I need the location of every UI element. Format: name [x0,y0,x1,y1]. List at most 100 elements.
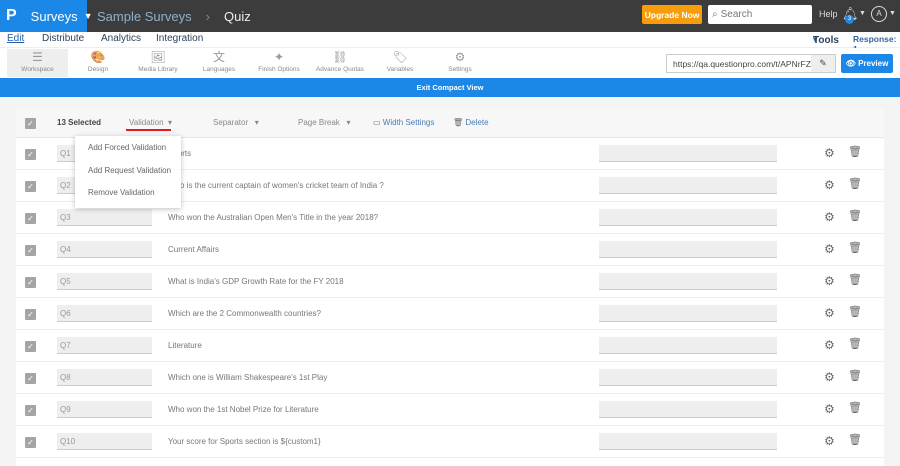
trash-icon[interactable]: 🗑︎ [848,369,862,382]
question-id-field[interactable]: Q4 [57,241,152,258]
gear-icon[interactable]: ⚙ [824,178,835,192]
question-checkbox[interactable]: ✓ [25,373,36,384]
answer-field[interactable] [599,337,777,354]
select-all-checkbox[interactable]: ✓ [25,118,36,129]
chain-icon: ⛓ [332,50,348,64]
help-link[interactable]: Help [819,9,838,19]
toolbar-variables[interactable]: 🏷 Variables [380,49,420,77]
gear-icon[interactable]: ⚙ [824,338,835,352]
toolbar-languages[interactable]: 文 Languages [197,49,241,77]
tab-integration[interactable]: Integration [156,33,203,44]
toolbar-label: Workspace [21,66,54,73]
trash-icon[interactable]: 🗑︎ [848,209,862,222]
surveys-menu[interactable]: P Surveys ▼ [0,0,93,32]
question-text[interactable]: Who is the current captain of women's cr… [168,181,384,190]
trash-icon[interactable]: 🗑︎ [848,145,862,158]
toolbar-workspace[interactable]: ☰ Workspace [7,49,68,77]
gear-icon[interactable]: ⚙ [824,242,835,256]
answer-field[interactable] [599,433,777,450]
gear-icon[interactable]: ⚙ [824,402,835,416]
question-row: ✓ Q10 Your score for Sports section is $… [16,426,884,458]
question-checkbox[interactable]: ✓ [25,213,36,224]
menu-add-forced-validation[interactable]: Add Forced Validation [88,143,166,152]
upgrade-button[interactable]: Upgrade Now [642,5,702,24]
answer-field[interactable] [599,177,777,194]
question-id-field[interactable]: Q8 [57,369,152,386]
question-id-field[interactable]: Q3 [57,209,152,226]
width-settings-button[interactable]: ▭ Width Settings [373,118,434,127]
question-text[interactable]: Which one is William Shakespeare's 1st P… [168,373,327,382]
avatar[interactable]: A [871,6,887,22]
validation-dropdown[interactable]: Validation ▾ [129,118,172,127]
tab-analytics[interactable]: Analytics [101,33,141,44]
answer-field[interactable] [599,145,777,162]
question-id-field[interactable]: Q10 [57,433,152,450]
question-checkbox[interactable]: ✓ [25,149,36,160]
gear-icon[interactable]: ⚙ [824,146,835,160]
gear-icon[interactable]: ⚙ [824,434,835,448]
gear-icon[interactable]: ⚙ [824,274,835,288]
question-id-field[interactable]: Q7 [57,337,152,354]
preview-button[interactable]: 👁︎ Preview [841,54,893,73]
question-id-field[interactable]: Q9 [57,401,152,418]
tab-distribute[interactable]: Distribute [42,33,84,44]
ruler-icon: ▭ [373,118,381,127]
width-settings-label: Width Settings [382,118,435,127]
gear-icon[interactable]: ⚙ [824,306,835,320]
trash-icon[interactable]: 🗑︎ [848,337,862,350]
menu-add-request-validation[interactable]: Add Request Validation [88,166,171,175]
question-checkbox[interactable]: ✓ [25,405,36,416]
separator-dropdown[interactable]: Separator ▾ [213,118,259,127]
toolbar-advance-quotas[interactable]: ⛓ Advance Quotas [313,49,367,77]
trash-icon[interactable]: 🗑︎ [848,305,862,318]
chevron-right-icon: › [205,9,210,24]
answer-field[interactable] [599,305,777,322]
pencil-icon[interactable]: ✎ [811,55,835,72]
page-break-dropdown[interactable]: Page Break ▾ [298,118,351,127]
gear-icon[interactable]: ⚙ [824,210,835,224]
question-text[interactable]: Current Affairs [168,245,219,254]
question-id-field[interactable]: Q6 [57,305,152,322]
question-checkbox[interactable]: ✓ [25,309,36,320]
question-checkbox[interactable]: ✓ [25,341,36,352]
question-text[interactable]: Your score for Sports section is ${custo… [168,437,321,446]
answer-field[interactable] [599,273,777,290]
toolbar-finish-options[interactable]: ✦ Finish Options [254,49,304,77]
search-input[interactable]: ⌕ Search [708,5,812,24]
trash-icon[interactable]: 🗑︎ [848,433,862,446]
question-text[interactable]: Which are the 2 Commonwealth countries? [168,309,321,318]
trash-icon[interactable]: 🗑︎ [848,241,862,254]
exit-compact-view-button[interactable]: Exit Compact View [0,78,900,97]
answer-field[interactable] [599,209,777,226]
question-text[interactable]: Who won the 1st Nobel Prize for Literatu… [168,405,319,414]
toolbar-settings[interactable]: ⚙ Settings [442,49,478,77]
chevron-down-icon[interactable]: ▼ [859,10,866,17]
tab-edit[interactable]: Edit [7,33,24,44]
gear-icon[interactable]: ⚙ [824,370,835,384]
question-checkbox[interactable]: ✓ [25,181,36,192]
survey-url-field[interactable]: https://qa.questionpro.com/t/APNrFZeY ✎ [666,54,836,73]
breadcrumb-surveys[interactable]: Sample Surveys [97,9,192,24]
toolbar: ☰ Workspace 🎨 Design 🖼 Media Library 文 Langu… [0,48,900,78]
answer-field[interactable] [599,241,777,258]
answer-field[interactable] [599,369,777,386]
trash-icon[interactable]: 🗑︎ [848,177,862,190]
trash-icon[interactable]: 🗑︎ [848,401,862,414]
trash-icon: 🗑︎ [453,118,464,127]
question-checkbox[interactable]: ✓ [25,437,36,448]
question-id-field[interactable]: Q5 [57,273,152,290]
question-row: ✓ Q8 Which one is William Shakespeare's … [16,362,884,394]
answer-field[interactable] [599,401,777,418]
question-checkbox[interactable]: ✓ [25,245,36,256]
question-text[interactable]: Literature [168,341,202,350]
trash-icon[interactable]: 🗑︎ [848,273,862,286]
question-text[interactable]: Who won the Australian Open Men's Title … [168,213,378,222]
chevron-down-icon[interactable]: ▼ [889,10,896,17]
toolbar-design[interactable]: 🎨 Design [76,49,120,77]
tools-menu[interactable]: Tools ▾ [813,34,839,46]
menu-remove-validation[interactable]: Remove Validation [88,188,155,197]
question-checkbox[interactable]: ✓ [25,277,36,288]
toolbar-media-library[interactable]: 🖼 Media Library [133,49,183,77]
delete-button[interactable]: 🗑︎ Delete [453,118,489,127]
question-text[interactable]: What is India's GDP Growth Rate for the … [168,277,344,286]
